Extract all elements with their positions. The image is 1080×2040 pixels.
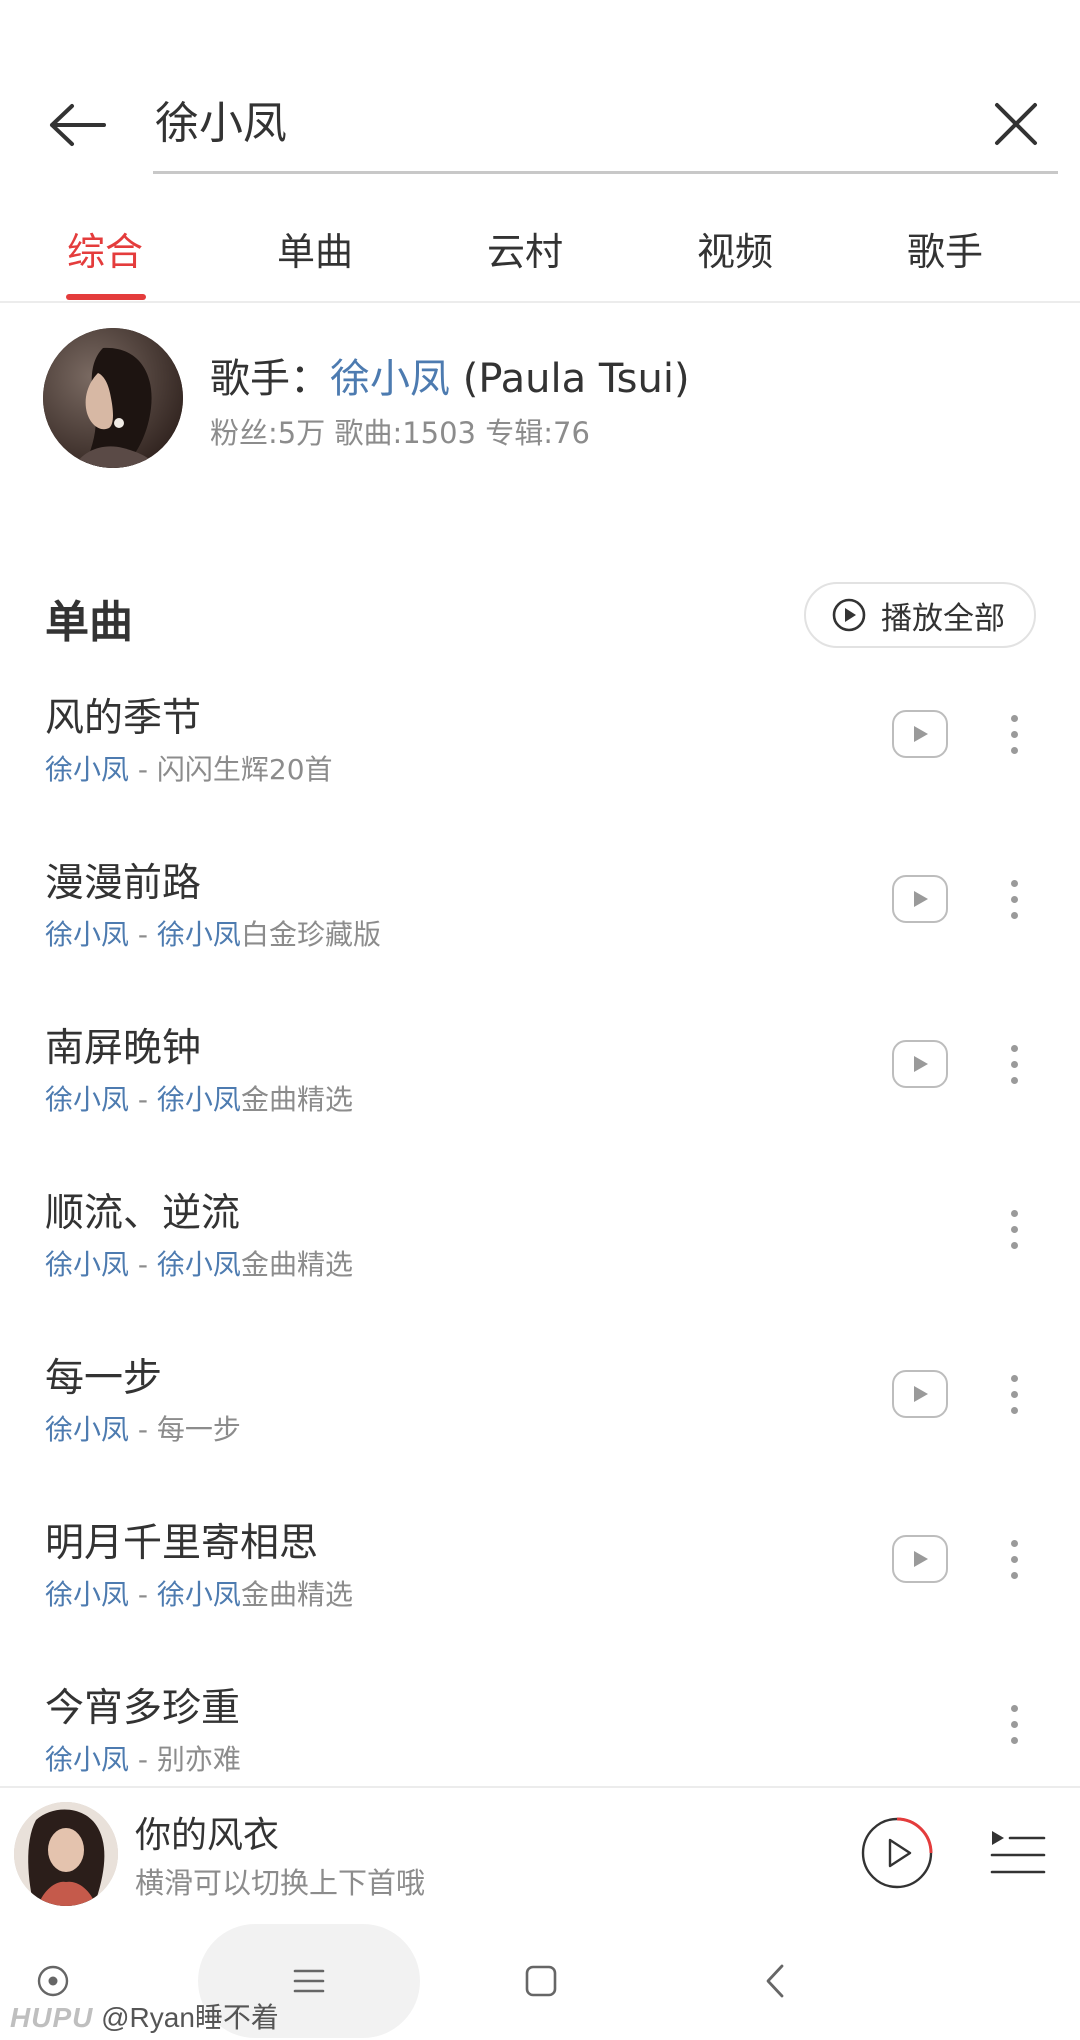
song-title: 今宵多珍重 — [45, 1686, 241, 1731]
song-separator: - — [129, 1578, 157, 1611]
song-subtitle: 徐小凤 - 徐小凤金曲精选 — [45, 1573, 353, 1613]
song-separator: - — [129, 753, 157, 786]
song-subtitle: 徐小凤 - 徐小凤金曲精选 — [45, 1243, 353, 1283]
song-title: 每一步 — [45, 1356, 163, 1401]
mv-play-icon[interactable] — [892, 1535, 948, 1583]
more-options-icon[interactable] — [996, 1036, 1032, 1092]
play-all-button[interactable]: 播放全部 — [804, 582, 1036, 648]
song-title: 南屏晚钟 — [45, 1026, 202, 1071]
song-album: 每一步 — [156, 1413, 241, 1446]
song-album: 别亦难 — [156, 1743, 241, 1776]
song-row[interactable]: 明月千里寄相思 徐小凤 - 徐小凤金曲精选 — [0, 1485, 1080, 1650]
song-row[interactable]: 风的季节徐小凤 - 闪闪生辉20首 — [0, 660, 1080, 825]
back-arrow-icon[interactable] — [40, 95, 114, 155]
watermark-user: @Ryan睡不着 — [93, 2002, 279, 2033]
song-album: 金曲精选 — [240, 1083, 353, 1116]
song-title: 漫漫前路 — [45, 861, 202, 906]
song-artist: 徐小凤 — [45, 1578, 130, 1611]
mv-play-icon[interactable] — [892, 1370, 948, 1418]
nav-back-icon[interactable] — [740, 1946, 810, 2016]
tab-all[interactable]: 综合 — [0, 200, 210, 303]
song-row[interactable]: 顺流、逆流 徐小凤 - 徐小凤金曲精选 — [0, 1155, 1080, 1320]
song-subtitle: 徐小凤 - 每一步 — [45, 1408, 241, 1448]
artist-title: 歌手：徐小凤 (Paula Tsui) — [210, 346, 690, 404]
song-artist: 徐小凤 — [45, 1083, 130, 1116]
more-options-icon[interactable] — [996, 871, 1032, 927]
song-separator: - — [129, 1413, 157, 1446]
tab-community[interactable]: 云村 — [420, 200, 630, 303]
song-title: 顺流、逆流 — [45, 1191, 241, 1236]
search-tabs: 综合 单曲 云村 视频 歌手 — [0, 200, 1080, 303]
now-playing-cover — [14, 1802, 118, 1906]
menu-icon[interactable] — [274, 1946, 344, 2016]
more-options-icon[interactable] — [996, 1696, 1032, 1752]
more-options-icon[interactable] — [996, 1201, 1032, 1257]
artist-alias: (Paula Tsui) — [450, 356, 690, 402]
song-subtitle: 徐小凤 - 徐小凤白金珍藏版 — [45, 913, 381, 953]
artist-avatar — [43, 328, 183, 468]
song-subtitle: 徐小凤 - 别亦难 — [45, 1738, 241, 1778]
play-all-label: 播放全部 — [881, 600, 1005, 637]
song-artist: 徐小凤 — [45, 918, 130, 951]
system-navigation-bar: HUPU @Ryan睡不着 — [0, 1922, 1080, 2040]
search-header: 徐小凤 — [0, 0, 1080, 190]
song-separator: - — [129, 1083, 157, 1116]
watermark: HUPU @Ryan睡不着 — [10, 1996, 279, 2036]
song-separator: - — [129, 918, 157, 951]
mini-player[interactable]: 你的风衣 横滑可以切换上下首哦 — [0, 1786, 1080, 1920]
play-circle-icon — [832, 598, 866, 632]
artist-prefix: 歌手： — [210, 356, 330, 402]
song-title: 风的季节 — [45, 696, 202, 741]
song-album: 金曲精选 — [240, 1248, 353, 1281]
watermark-brand: HUPU — [10, 2002, 94, 2033]
song-list: 风的季节 徐小凤 - 闪闪生辉20首 漫漫前路 徐小凤 - 徐小凤白金珍藏版 南屏晚钟徐… — [0, 660, 1080, 1815]
search-input[interactable]: 徐小凤 — [153, 92, 1058, 174]
songs-section-title: 单曲 — [45, 597, 133, 648]
active-tab-indicator — [66, 294, 146, 300]
song-separator: - — [129, 1248, 157, 1281]
song-album-highlight: 徐小凤 — [156, 1248, 241, 1281]
song-artist: 徐小凤 — [45, 753, 130, 786]
artist-name: 徐小凤 — [330, 356, 450, 402]
song-title: 明月千里寄相思 — [45, 1521, 319, 1566]
song-artist: 徐小凤 — [45, 1743, 130, 1776]
song-row[interactable]: 南屏晚钟 徐小凤 - 徐小凤金曲精选 — [0, 990, 1080, 1155]
artist-stats: 粉丝:5万 歌曲:1503 专辑:76 — [210, 416, 590, 450]
mv-play-icon[interactable] — [892, 875, 948, 923]
song-album: 闪闪生辉20首 — [156, 753, 333, 786]
song-subtitle: 徐小凤 - 徐小凤金曲精选 — [45, 1078, 353, 1118]
song-row[interactable]: 每一步 徐小凤 - 每一步 — [0, 1320, 1080, 1485]
now-playing-hint: 横滑可以切换上下首哦 — [135, 1866, 426, 1900]
clear-icon[interactable] — [986, 94, 1046, 154]
song-artist: 徐小凤 — [45, 1248, 130, 1281]
mv-play-icon[interactable] — [892, 1040, 948, 1088]
mv-play-icon[interactable] — [892, 710, 948, 758]
song-row[interactable]: 漫漫前路 徐小凤 - 徐小凤白金珍藏版 — [0, 825, 1080, 990]
play-button[interactable] — [860, 1816, 934, 1890]
song-album-highlight: 徐小凤 — [156, 1578, 241, 1611]
song-album-highlight: 徐小凤 — [156, 918, 241, 951]
home-square-icon[interactable] — [506, 1946, 576, 2016]
tab-artists[interactable]: 歌手 — [840, 200, 1050, 303]
search-query-text: 徐小凤 — [155, 98, 287, 149]
song-artist: 徐小凤 — [45, 1413, 130, 1446]
song-album-highlight: 徐小凤 — [156, 1083, 241, 1116]
song-subtitle: 徐小凤 - 闪闪生辉20首 — [45, 748, 333, 788]
tab-videos[interactable]: 视频 — [630, 200, 840, 303]
more-options-icon[interactable] — [996, 1531, 1032, 1587]
more-options-icon[interactable] — [996, 706, 1032, 762]
song-album: 白金珍藏版 — [240, 918, 381, 951]
more-options-icon[interactable] — [996, 1366, 1032, 1422]
song-separator: - — [129, 1743, 157, 1776]
song-album: 金曲精选 — [240, 1578, 353, 1611]
play-icon — [861, 1817, 933, 1889]
now-playing-title: 你的风衣 — [135, 1815, 280, 1856]
tab-songs[interactable]: 单曲 — [210, 200, 420, 303]
artist-result[interactable]: 歌手：徐小凤 (Paula Tsui) 粉丝:5万 歌曲:1503 专辑:76 — [0, 320, 1080, 480]
playlist-icon[interactable] — [990, 1828, 1046, 1880]
